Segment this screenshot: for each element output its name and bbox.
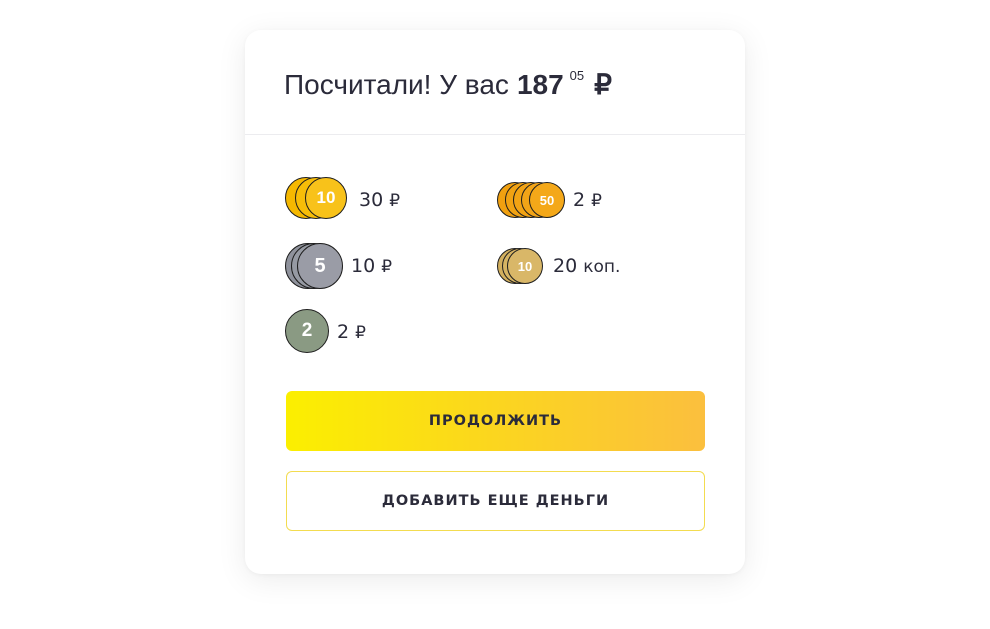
coin-2-rub-icon: 2	[285, 309, 329, 355]
coin-5-rub-icon: 5	[285, 243, 343, 289]
result-title: Посчитали! У вас	[284, 69, 509, 100]
coin-amount-label: 30 ₽	[359, 189, 401, 211]
coin-row-10-rub: 10 30 ₽	[285, 175, 400, 225]
coin-amount-label: 2 ₽	[337, 321, 366, 343]
coin-row-2-rub: 2 2 ₽	[285, 307, 366, 357]
coin-50-kop-icon: 50	[497, 177, 565, 223]
total-rubles: 187	[516, 69, 564, 100]
coin-10-rub-icon: 10	[285, 177, 349, 223]
coin-count-card: Посчитали! У вас187 05 ₽ 10 30 ₽ 50 2 ₽	[245, 30, 745, 574]
coin-amount-label: 20 коп.	[553, 255, 621, 277]
add-more-money-button[interactable]: ДОБАВИТЬ ЕЩЕ ДЕНЬГИ	[286, 471, 705, 531]
total-kopecks: 05	[569, 68, 585, 83]
coin-list: 10 30 ₽ 50 2 ₽ 5 10 ₽ 10 20 коп. 2 2 ₽	[245, 136, 745, 386]
ruble-sign: ₽	[594, 69, 612, 100]
coin-row-5-rub: 5 10 ₽	[285, 241, 392, 291]
coin-amount-label: 10 ₽	[351, 255, 393, 277]
coin-row-50-kop: 50 2 ₽	[497, 175, 602, 225]
coin-10-kop-icon: 10	[497, 243, 543, 289]
card-header: Посчитали! У вас 187 05 ₽	[245, 30, 745, 135]
coin-amount-label: 2 ₽	[573, 189, 602, 211]
coin-row-10-kop: 10 20 коп.	[497, 241, 620, 291]
continue-button[interactable]: ПРОДОЛЖИТЬ	[286, 391, 705, 451]
